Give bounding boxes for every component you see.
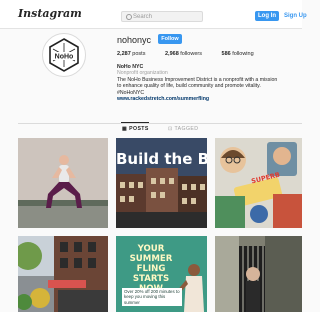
profile-avatar[interactable]: NoHo: [42, 33, 86, 77]
post-image-doorway: [215, 236, 302, 312]
post-tile-superb-illustration[interactable]: SUPERB: [215, 138, 302, 228]
followers-label: followers: [180, 51, 202, 57]
post-tile-build-the-block[interactable]: Build the Blo: [116, 138, 207, 228]
post-title-summer-fling: YOUR SUMMER FLING STARTS NOW: [129, 244, 173, 294]
avatar-text: NoHo: [55, 54, 74, 61]
follow-button[interactable]: Follow: [158, 34, 182, 44]
followers-count: 2,968: [164, 51, 179, 57]
post-tile-summer-fling[interactable]: YOUR SUMMER FLING STARTS NOW Over 20% of…: [116, 236, 207, 312]
tab-tagged[interactable]: ⊡ TAGGED: [168, 126, 198, 132]
posts-stat: 2,287 posts: [117, 51, 154, 57]
profile-stats: 2,287 posts 2,968 followers 586 followin…: [117, 51, 272, 57]
posts-label: posts: [132, 51, 146, 57]
post-image-yoga-pose: [18, 138, 108, 228]
sign-up-link[interactable]: Sign Up: [284, 11, 307, 21]
followers-stat[interactable]: 2,968 followers: [165, 51, 211, 57]
log-in-button[interactable]: Log In: [255, 11, 279, 21]
following-stat[interactable]: 586 following: [222, 51, 263, 57]
bio-link[interactable]: www.rackedstretch.com/summerfling: [117, 96, 302, 102]
post-tile-doorway[interactable]: [215, 236, 302, 312]
post-tile-yoga[interactable]: [18, 138, 108, 228]
post-title-build-the-block: Build the Blo: [116, 150, 207, 168]
following-count: 586: [221, 51, 231, 57]
tab-posts-label: POSTS: [129, 126, 149, 132]
search-placeholder: Search: [133, 14, 153, 20]
post-tile-street[interactable]: [18, 236, 108, 312]
post-image-street: [18, 236, 108, 312]
instagram-logo[interactable]: Instagram: [18, 7, 82, 20]
tab-tagged-label: TAGGED: [174, 126, 199, 132]
post-subtitle-summer-fling: Over 20% off 200 minutes to keep you mov…: [122, 288, 182, 307]
tab-posts[interactable]: ▦ POSTS: [121, 122, 149, 132]
following-label: following: [232, 51, 254, 57]
profile-username: nohonyc: [117, 35, 152, 45]
noho-logo-icon: NoHo: [49, 38, 79, 72]
search-icon: [126, 14, 132, 20]
tabs-divider: [18, 123, 302, 124]
posts-count: 2,287: [117, 51, 131, 57]
search-input[interactable]: Search: [121, 11, 203, 22]
profile-bio: NoHo NYC Nonprofit organization The NoHo…: [117, 64, 302, 102]
top-navigation-bar: Instagram Search Log In Sign Up: [0, 0, 307, 29]
